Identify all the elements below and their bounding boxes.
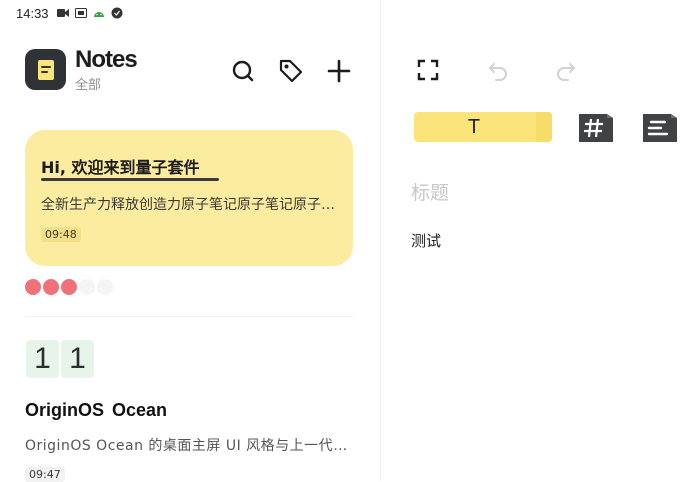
text-style-label: T: [467, 115, 481, 138]
date-digit: 1: [61, 340, 94, 378]
tag-dot: [79, 279, 95, 295]
note-title: Hi, 欢迎来到量子套件: [41, 158, 200, 177]
status-bar: 14:33: [16, 5, 123, 21]
tag-icon: [279, 59, 303, 83]
text-style-button[interactable]: T: [414, 110, 552, 144]
note-time: 09:48: [41, 227, 81, 242]
list-separator: [25, 316, 353, 317]
note-preview: 全新生产力释放创造力原子笔记原子笔记原子笔记: [41, 197, 337, 213]
add-icon: [327, 59, 351, 83]
tag-dot: [25, 279, 41, 295]
note-icon: [37, 59, 54, 80]
search-icon: [232, 60, 254, 82]
body-editor[interactable]: 测试: [411, 230, 441, 251]
title-input[interactable]: 标题: [411, 178, 449, 205]
fullscreen-icon: [417, 59, 439, 81]
fullscreen-button[interactable]: [414, 56, 442, 84]
sim-icon: [74, 8, 87, 18]
tag-dot: [61, 279, 77, 295]
tag-dot: [97, 279, 113, 295]
list-icon: [643, 114, 677, 142]
note-time: 09:47: [25, 467, 65, 482]
video-icon: [56, 8, 69, 18]
note-preview[interactable]: OriginOS Ocean 的桌面主屏 UI 风格与上一代系统相比: [25, 435, 355, 455]
heading-icon: [579, 114, 613, 142]
status-time: 14:33: [16, 5, 49, 21]
tag-button[interactable]: [276, 56, 306, 86]
text-style-fold: [536, 112, 552, 142]
undo-icon: [489, 63, 507, 81]
tag-dots[interactable]: [25, 279, 113, 295]
title-underline: [41, 178, 219, 181]
pane-divider: [380, 0, 381, 481]
android-icon: [93, 8, 105, 18]
vpn-icon: [111, 7, 123, 19]
note-title[interactable]: OriginOS Ocean: [25, 400, 167, 421]
redo-button[interactable]: [552, 56, 580, 84]
list-style-button[interactable]: [640, 110, 680, 144]
heading-style-button[interactable]: [576, 110, 616, 144]
date-badge: 1 1: [26, 340, 94, 378]
app-logo: [25, 49, 66, 90]
undo-button[interactable]: [484, 56, 512, 84]
note-card[interactable]: Hi, 欢迎来到量子套件 全新生产力释放创造力原子笔记原子笔记原子笔记 09:4…: [25, 130, 353, 266]
date-digit: 1: [26, 340, 59, 378]
search-button[interactable]: [228, 56, 258, 86]
add-note-button[interactable]: [324, 56, 354, 86]
redo-icon: [557, 63, 575, 81]
app-title: Notes: [75, 46, 138, 73]
tag-dot: [43, 279, 59, 295]
folder-subtitle[interactable]: 全部: [75, 74, 101, 93]
